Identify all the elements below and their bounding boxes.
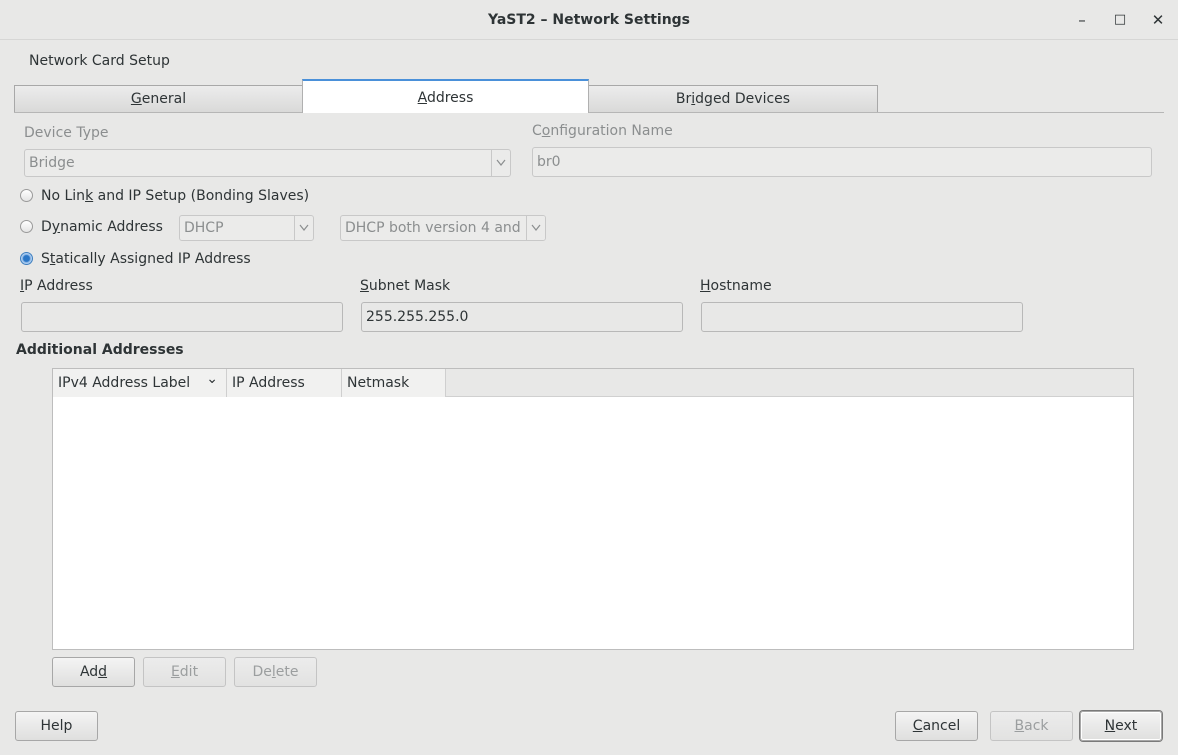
configuration-name-label: Configuration Name	[532, 123, 673, 139]
delete-button[interactable]: Delete	[234, 657, 317, 687]
static-address-radio[interactable]	[20, 252, 33, 265]
next-button[interactable]: Next	[1080, 711, 1162, 741]
hostname-label: Hostname	[700, 278, 772, 294]
window-title: YaST2 – Network Settings	[487, 12, 691, 28]
column-header-netmask[interactable]: Netmask	[342, 369, 446, 397]
additional-addresses-table[interactable]: IPv4 Address Label ⌄ IP Address Netmask	[52, 368, 1134, 650]
dhcp-mode-combo[interactable]: DHCP	[179, 215, 314, 241]
device-type-label: Device Type	[24, 125, 109, 141]
device-type-combo[interactable]: Bridge	[24, 149, 511, 177]
section-title: Network Card Setup	[29, 53, 170, 69]
close-icon: ✕	[1151, 11, 1165, 29]
chevron-down-icon	[491, 150, 510, 176]
column-header-ip-address[interactable]: IP Address	[227, 369, 342, 397]
subnet-mask-label: Subnet Mask	[360, 278, 451, 294]
subnet-mask-field[interactable]: 255.255.255.0	[361, 302, 683, 332]
tab-divider	[14, 112, 1164, 113]
minimize-icon: –	[1078, 11, 1086, 29]
sort-chevron-icon: ⌄	[206, 371, 218, 387]
no-link-label[interactable]: No Link and IP Setup (Bonding Slaves)	[41, 188, 309, 204]
static-address-label[interactable]: Statically Assigned IP Address	[41, 251, 251, 267]
chevron-down-icon	[294, 216, 313, 240]
additional-addresses-title: Additional Addresses	[16, 342, 184, 358]
cancel-button[interactable]: Cancel	[895, 711, 978, 741]
table-header: IPv4 Address Label ⌄ IP Address Netmask	[53, 369, 1133, 397]
back-button[interactable]: Back	[990, 711, 1073, 741]
tab-bridged-devices[interactable]: Bridged Devices	[588, 85, 878, 113]
dhcp-mode-value: DHCP	[184, 220, 224, 236]
close-button[interactable]: ✕	[1146, 8, 1170, 32]
hostname-field[interactable]	[701, 302, 1023, 332]
device-type-value: Bridge	[29, 155, 75, 171]
edit-button[interactable]: Edit	[143, 657, 226, 687]
no-link-radio[interactable]	[20, 189, 33, 202]
maximize-button[interactable]: □	[1108, 8, 1132, 32]
tab-address[interactable]: Address	[302, 79, 589, 113]
tab-general[interactable]: General	[14, 85, 303, 113]
ip-address-field[interactable]	[21, 302, 343, 332]
chevron-down-icon	[526, 216, 545, 240]
minimize-button[interactable]: –	[1070, 8, 1094, 32]
dhcp-version-combo[interactable]: DHCP both version 4 and 6	[340, 215, 546, 241]
dynamic-address-label[interactable]: Dynamic Address	[41, 219, 163, 235]
help-button[interactable]: Help	[15, 711, 98, 741]
dynamic-address-radio[interactable]	[20, 220, 33, 233]
add-button[interactable]: Add	[52, 657, 135, 687]
column-header-ipv4-label[interactable]: IPv4 Address Label ⌄	[53, 369, 227, 397]
dhcp-version-value: DHCP both version 4 and 6	[345, 220, 535, 236]
ip-address-label: IP Address	[20, 278, 93, 294]
configuration-name-field[interactable]: br0	[532, 147, 1152, 177]
maximize-icon: □	[1113, 12, 1127, 27]
